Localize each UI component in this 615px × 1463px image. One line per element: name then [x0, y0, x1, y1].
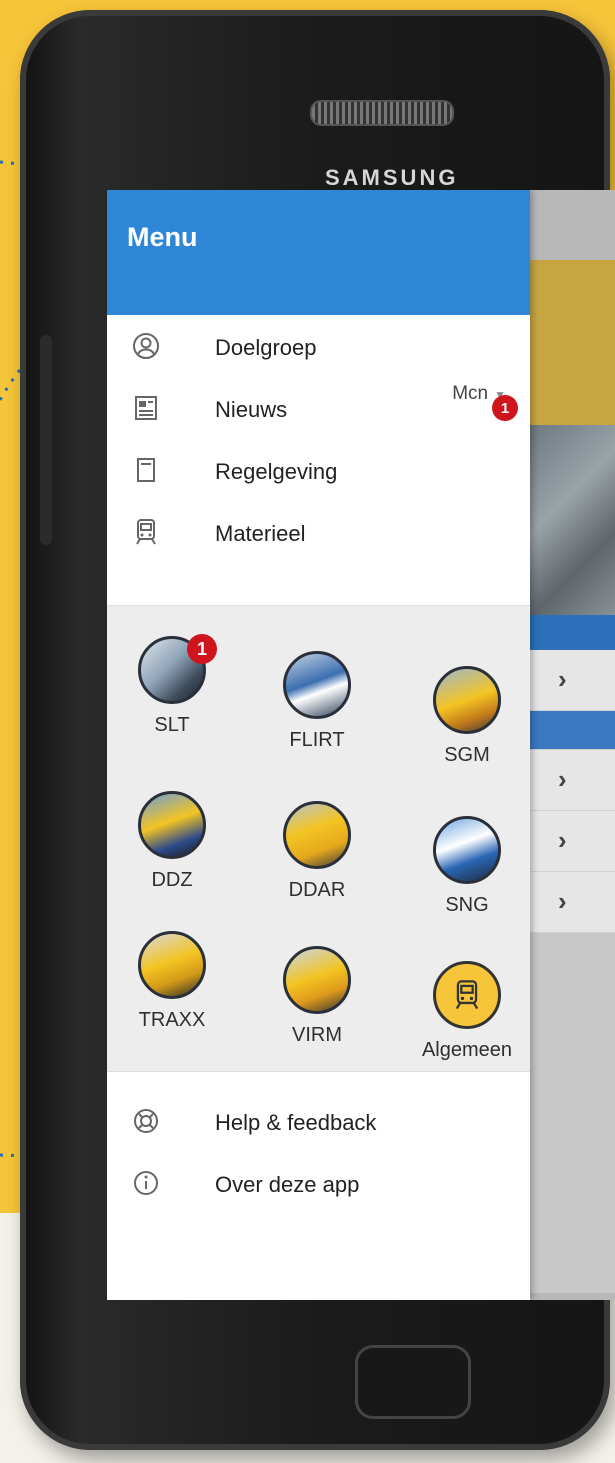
train-label: FLIRT	[289, 729, 345, 751]
menu-list: Doelgroep Mcn▼ Nieuws 1 Reg	[107, 315, 530, 563]
home-button[interactable]	[355, 1345, 471, 1419]
train-tile-traxx[interactable]: TRAXX	[112, 931, 232, 1071]
drawer-header: Menu	[107, 190, 530, 315]
background-bar	[530, 711, 615, 750]
menu-item-materieel[interactable]: Materieel	[107, 501, 530, 563]
train-grid: 1 SLT FLIRT SGM DDZ DDAR SNG TRAXX VIRM …	[107, 605, 530, 1072]
menu-item-label: Help & feedback	[215, 1110, 377, 1135]
train-avatar	[138, 931, 206, 999]
train-label: DDAR	[288, 879, 346, 901]
train-tile-sng[interactable]: SNG	[407, 816, 527, 956]
train-label: TRAXX	[138, 1009, 206, 1031]
menu-item-help-feedback[interactable]: Help & feedback	[107, 1090, 530, 1152]
phone-screen: › › › › Menu Doelgroep Mcn▼	[107, 190, 615, 1300]
chevron-right-icon: ›	[558, 764, 567, 794]
menu-item-label: Doelgroep	[215, 335, 317, 360]
train-label: DDZ	[151, 869, 193, 891]
background-content	[530, 933, 615, 1293]
train-icon	[136, 519, 156, 545]
chevron-right-icon: ›	[558, 886, 567, 916]
train-tile-ddar[interactable]: DDAR	[257, 801, 377, 941]
train-avatar	[283, 651, 351, 719]
menu-item-label: Regelgeving	[215, 459, 338, 484]
train-avatar	[138, 791, 206, 859]
menu-item-regelgeving[interactable]: Regelgeving	[107, 439, 530, 501]
train-label: Algemeen	[421, 1039, 513, 1061]
train-label: SNG	[445, 894, 489, 916]
train-icon	[455, 980, 479, 1010]
menu-item-doelgroep[interactable]: Doelgroep	[107, 315, 530, 377]
menu-item-label: Nieuws	[215, 397, 288, 422]
navigation-drawer: Menu Doelgroep Mcn▼ N	[107, 190, 530, 1300]
volume-button	[40, 335, 52, 545]
device-brand: SAMSUNG	[325, 165, 459, 190]
menu-item-nieuws[interactable]: Nieuws 1	[107, 377, 530, 439]
train-tile-sgm[interactable]: SGM	[407, 666, 527, 806]
train-tile-ddz[interactable]: DDZ	[112, 791, 232, 931]
menu-item-label: Over deze app	[215, 1172, 360, 1197]
info-icon	[134, 1171, 158, 1195]
background-photo	[530, 425, 615, 615]
train-tile-flirt[interactable]: FLIRT	[257, 651, 377, 791]
train-avatar	[433, 666, 501, 734]
background-app: › › › ›	[530, 190, 615, 1300]
chevron-right-icon: ›	[558, 825, 567, 855]
train-avatar	[283, 946, 351, 1014]
list-item[interactable]: ›	[530, 872, 615, 933]
list-item[interactable]: ›	[530, 811, 615, 872]
list-item[interactable]: ›	[530, 650, 615, 711]
train-tile-algemeen[interactable]: Algemeen	[407, 961, 527, 1101]
train-avatar	[433, 816, 501, 884]
newspaper-icon	[135, 396, 157, 420]
background-bar	[530, 615, 615, 650]
train-avatar	[283, 801, 351, 869]
train-tile-virm[interactable]: VIRM	[257, 946, 377, 1086]
drawer-footer: Help & feedback Over deze app	[107, 1090, 530, 1214]
menu-item-over-deze-app[interactable]: Over deze app	[107, 1152, 530, 1214]
train-tile-slt[interactable]: 1 SLT	[112, 634, 232, 776]
speaker-grille	[310, 100, 454, 126]
list-item[interactable]: ›	[530, 750, 615, 811]
menu-item-label: Materieel	[215, 521, 306, 546]
document-icon	[137, 458, 155, 482]
news-badge: 1	[492, 395, 518, 421]
notification-badge: 1	[187, 634, 217, 664]
train-label: SLT	[154, 714, 190, 736]
train-label: SGM	[444, 744, 490, 766]
user-circle-icon	[133, 333, 159, 359]
lifebuoy-icon	[134, 1109, 158, 1133]
train-avatar	[433, 961, 501, 1029]
chevron-right-icon: ›	[558, 664, 567, 694]
train-label: VIRM	[292, 1024, 342, 1046]
background-banner	[530, 260, 615, 425]
drawer-title: Menu	[127, 222, 198, 252]
